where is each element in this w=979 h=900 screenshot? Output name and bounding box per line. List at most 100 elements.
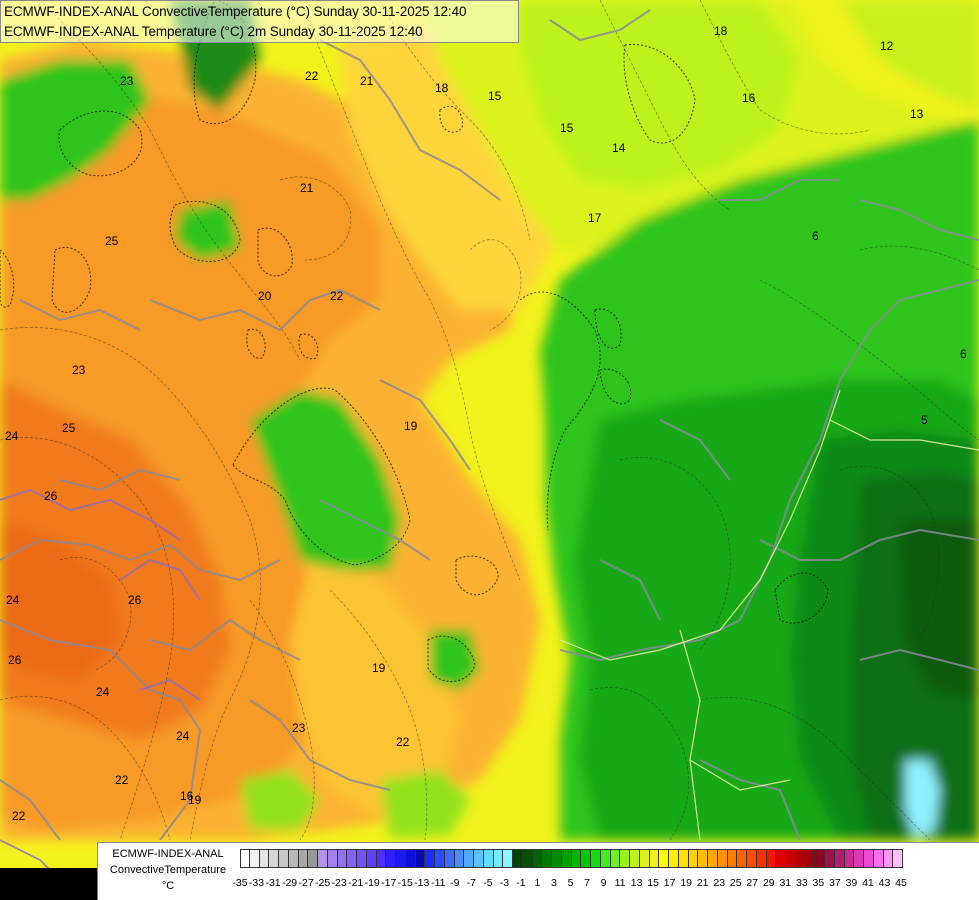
legend-tick-label: -5 bbox=[483, 877, 493, 889]
legend-tick-label: 43 bbox=[878, 877, 891, 889]
contour-label: 23 bbox=[72, 363, 86, 377]
legend-tick-label: 41 bbox=[862, 877, 874, 889]
legend-swatch bbox=[532, 849, 543, 868]
legend-swatch bbox=[454, 849, 465, 868]
legend-swatch bbox=[747, 849, 757, 868]
legend-swatch bbox=[405, 849, 416, 868]
contour-label: 25 bbox=[62, 421, 76, 435]
legend-tick-label: -25 bbox=[315, 877, 331, 889]
legend-swatch bbox=[357, 849, 367, 868]
legend-swatch bbox=[474, 849, 484, 868]
contour-label: 12 bbox=[880, 39, 894, 53]
legend-swatch bbox=[639, 849, 650, 868]
legend-swatch bbox=[659, 849, 669, 868]
legend-tick-label: 17 bbox=[663, 877, 676, 889]
legend-tick-label: 25 bbox=[729, 877, 742, 889]
contour-label: 18 bbox=[714, 24, 728, 38]
legend-tick-label: 27 bbox=[746, 877, 759, 889]
legend-swatch bbox=[591, 849, 601, 868]
map-title-box: ECMWF-INDEX-ANAL ConvectiveTemperature (… bbox=[0, 0, 519, 43]
legend-swatch bbox=[776, 849, 786, 868]
legend-swatch bbox=[444, 849, 455, 868]
contour-label: 17 bbox=[588, 211, 602, 225]
legend-swatch bbox=[825, 849, 835, 868]
legend-swatch bbox=[864, 849, 874, 868]
contour-label: 24 bbox=[176, 729, 190, 743]
legend-tick-label: 3 bbox=[551, 877, 557, 889]
legend-tick-label: 9 bbox=[600, 877, 607, 889]
color-legend: ECMWF-INDEX-ANAL ConvectiveTemperature °… bbox=[97, 842, 979, 900]
contour-label: 15 bbox=[560, 121, 574, 135]
legend-swatch bbox=[561, 849, 572, 868]
contour-label: 26 bbox=[44, 489, 58, 503]
legend-tick-label: -11 bbox=[431, 877, 446, 889]
legend-tick-label: 31 bbox=[779, 877, 792, 889]
legend-tick-label: -27 bbox=[298, 877, 314, 889]
legend-colorbar bbox=[240, 849, 903, 868]
legend-swatch bbox=[630, 849, 640, 868]
legend-tick-label: 45 bbox=[895, 877, 907, 889]
legend-tick-label: -1 bbox=[516, 877, 526, 889]
legend-tick-label: 33 bbox=[796, 877, 808, 889]
legend-tick-label: 5 bbox=[567, 877, 574, 889]
legend-swatch bbox=[610, 849, 621, 868]
legend-swatch bbox=[795, 849, 806, 868]
legend-swatch bbox=[298, 849, 309, 868]
legend-swatch bbox=[386, 849, 396, 868]
contour-label: 21 bbox=[300, 181, 314, 195]
legend-swatch bbox=[581, 849, 591, 868]
legend-swatch bbox=[337, 849, 348, 868]
contour-label: 6 bbox=[812, 229, 819, 243]
contour-label: 25 bbox=[105, 234, 119, 248]
legend-swatch bbox=[815, 849, 825, 868]
legend-tick-label: 13 bbox=[630, 877, 643, 889]
legend-swatch bbox=[873, 849, 884, 868]
legend-tick-label: 29 bbox=[762, 877, 775, 889]
legend-tick-label: 39 bbox=[845, 877, 858, 889]
legend-swatch bbox=[464, 849, 474, 868]
contour-label: 21 bbox=[360, 74, 374, 88]
legend-swatch bbox=[834, 849, 845, 868]
legend-tick-label: 23 bbox=[713, 877, 726, 889]
legend-tick-label: -21 bbox=[348, 877, 364, 889]
legend-swatch bbox=[805, 849, 816, 868]
legend-swatch bbox=[893, 849, 903, 868]
legend-tick-label: -15 bbox=[397, 877, 413, 889]
contour-label: 22 bbox=[330, 289, 344, 303]
legend-swatch bbox=[308, 849, 318, 868]
title-line-convective: ECMWF-INDEX-ANAL ConvectiveTemperature (… bbox=[4, 4, 467, 19]
contour-label: 24 bbox=[6, 593, 20, 607]
legend-swatch bbox=[649, 849, 660, 868]
legend-tick-label: 37 bbox=[829, 877, 841, 889]
legend-swatch bbox=[415, 849, 426, 868]
legend-tick-label: 21 bbox=[696, 877, 709, 889]
legend-swatch bbox=[883, 849, 894, 868]
contour-label: 19 bbox=[372, 661, 386, 675]
legend-swatch bbox=[435, 849, 445, 868]
contour-label: 23 bbox=[120, 74, 134, 88]
contour-label: 16 bbox=[742, 91, 756, 105]
legend-tick-label: 11 bbox=[614, 877, 626, 889]
legend-swatch bbox=[259, 849, 270, 868]
legend-swatch bbox=[756, 849, 767, 868]
contour-label: 20 bbox=[258, 289, 272, 303]
legend-swatch bbox=[737, 849, 747, 868]
legend-swatch bbox=[327, 849, 338, 868]
contour-label: 18 bbox=[435, 81, 449, 95]
legend-swatch bbox=[279, 849, 289, 868]
legend-swatch bbox=[727, 849, 738, 868]
contour-label: 22 bbox=[115, 773, 129, 787]
legend-swatch bbox=[844, 849, 855, 868]
contour-label: 15 bbox=[488, 89, 502, 103]
legend-swatch bbox=[717, 849, 728, 868]
legend-swatch bbox=[396, 849, 406, 868]
temperature-map[interactable]: 22 21 18 15 16 18 14 23 21 25 20 22 24 2… bbox=[0, 0, 979, 900]
legend-tick-label: -31 bbox=[265, 877, 281, 889]
legend-swatch bbox=[669, 849, 679, 868]
legend-tick-label: 35 bbox=[812, 877, 825, 889]
legend-swatch bbox=[513, 849, 523, 868]
legend-swatch bbox=[522, 849, 533, 868]
legend-swatch bbox=[708, 849, 718, 868]
contour-label: 5 bbox=[921, 413, 928, 427]
legend-swatch bbox=[347, 849, 357, 868]
